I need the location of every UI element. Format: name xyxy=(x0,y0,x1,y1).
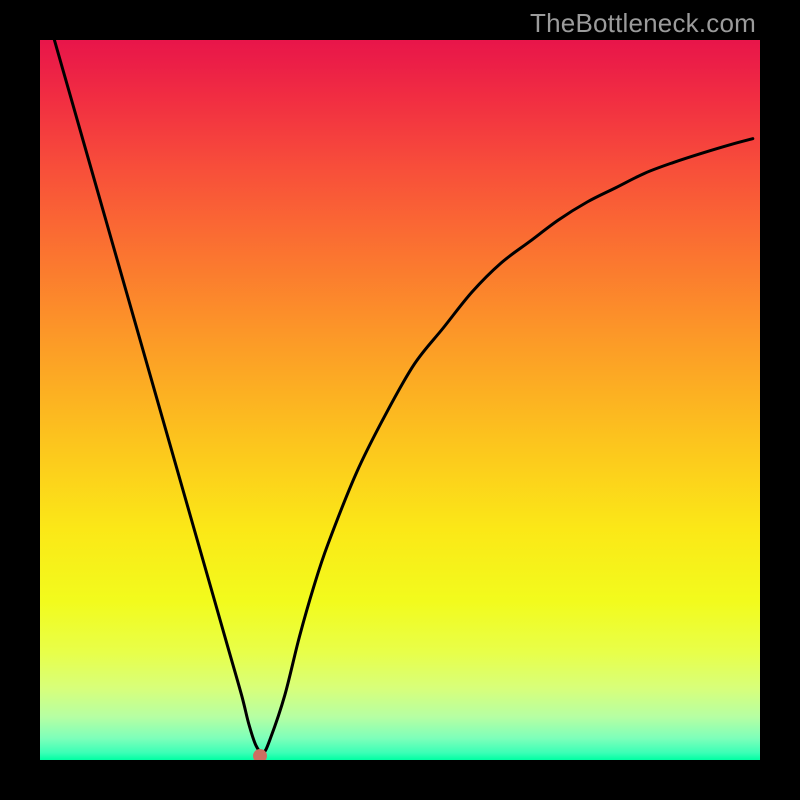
bottleneck-curve xyxy=(54,40,752,753)
curve-layer xyxy=(40,40,760,760)
plot-area xyxy=(40,40,760,760)
chart-frame: TheBottleneck.com xyxy=(0,0,800,800)
watermark-text: TheBottleneck.com xyxy=(530,8,756,39)
optimal-point-marker xyxy=(253,749,267,760)
